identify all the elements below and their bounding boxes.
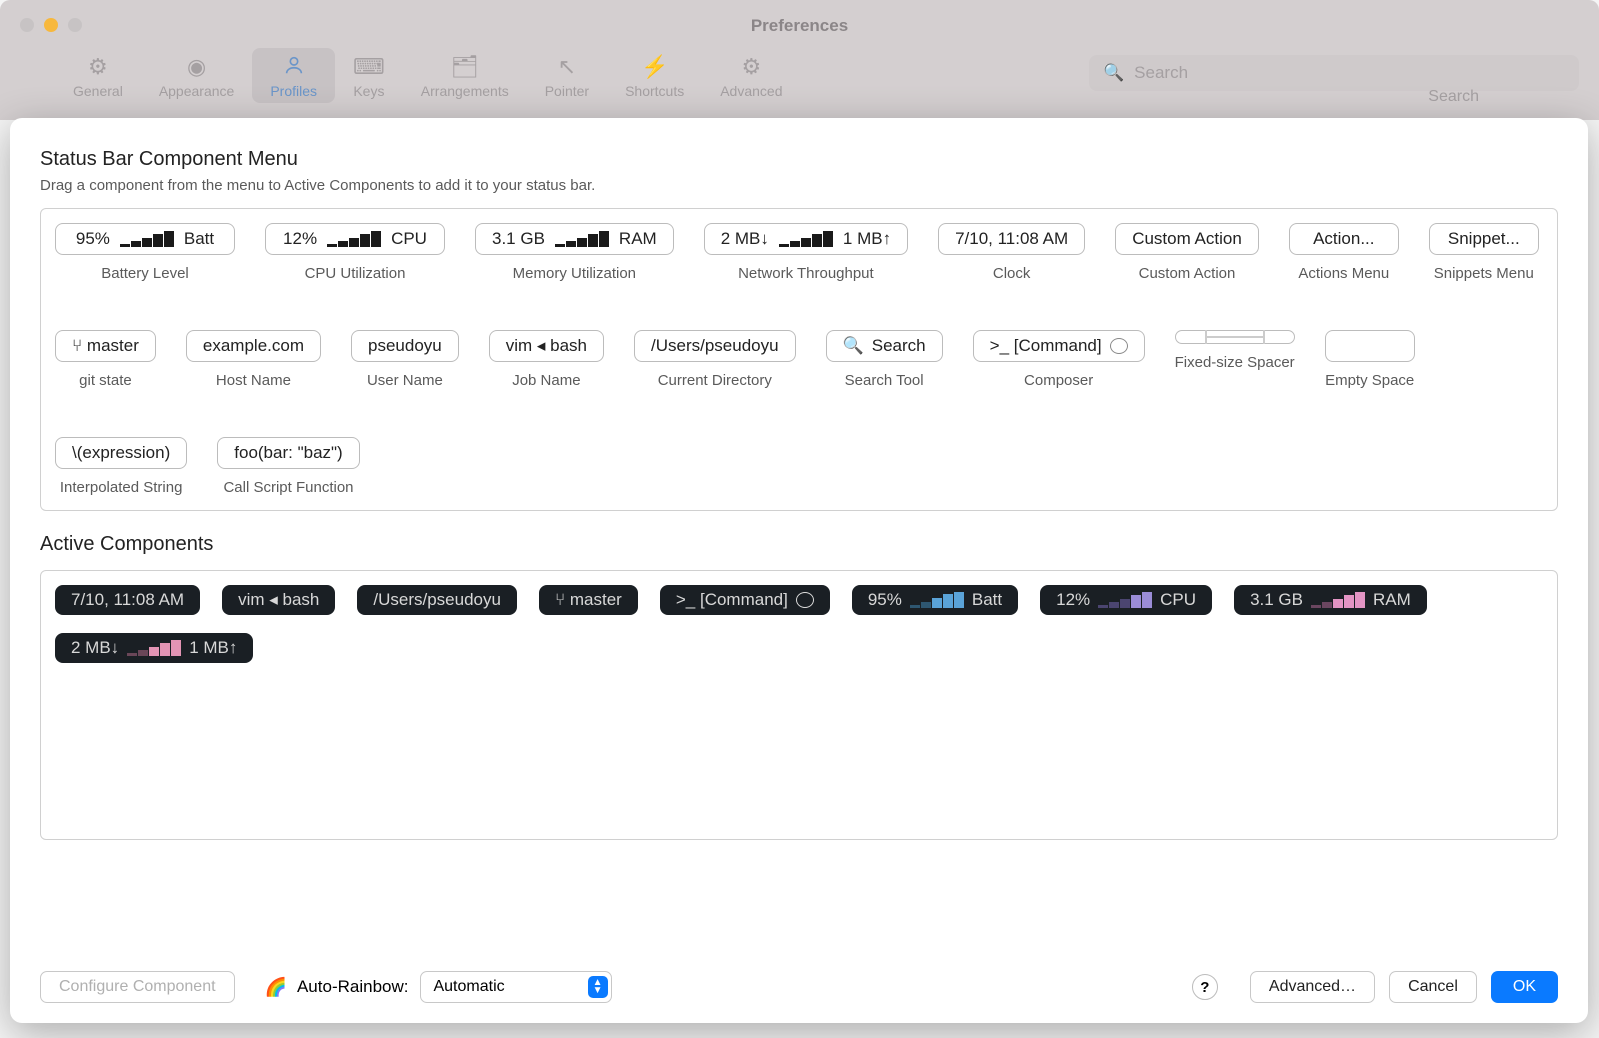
active-component-composer[interactable]: >_ [Command] <box>660 585 830 615</box>
gear-icon: ⚙ <box>88 54 108 80</box>
active-components-title: Active Components <box>40 533 1558 556</box>
auto-rainbow-select[interactable]: Automatic ▲▼ <box>420 971 611 1003</box>
component-battery-level[interactable]: 95% Batt Battery Level <box>55 223 235 282</box>
toolbar-tab-general[interactable]: ⚙ General <box>55 48 141 103</box>
toolbar-tab-advanced[interactable]: ⚙ Advanced <box>702 48 800 103</box>
help-button[interactable]: ? <box>1192 974 1218 1000</box>
component-network-throughput[interactable]: 2 MB↓ 1 MB↑ Network Throughput <box>704 223 908 282</box>
active-component-job[interactable]: vim ◂ bash <box>222 585 335 615</box>
auto-rainbow-label: Auto-Rainbow: <box>297 977 409 997</box>
histogram-icon <box>127 640 181 656</box>
component-cpu-utilization[interactable]: 12% CPU CPU Utilization <box>265 223 445 282</box>
person-icon <box>283 54 305 80</box>
active-component-clock[interactable]: 7/10, 11:08 AM <box>55 585 200 615</box>
component-clock[interactable]: 7/10, 11:08 AM Clock <box>938 223 1085 282</box>
spacer-icon <box>1205 336 1265 338</box>
component-composer[interactable]: >_ [Command] Composer <box>973 330 1145 389</box>
active-component-cwd[interactable]: /Users/pseudoyu <box>357 585 517 615</box>
histogram-icon <box>779 231 833 247</box>
pointer-icon: ↖ <box>558 54 576 80</box>
component-current-directory[interactable]: /Users/pseudoyu Current Directory <box>634 330 796 389</box>
rainbow-icon: 🌈 <box>265 977 287 998</box>
active-component-cpu[interactable]: 12% CPU <box>1040 585 1212 615</box>
component-user-name[interactable]: pseudoyu User Name <box>351 330 459 389</box>
status-bar-sheet: Status Bar Component Menu Drag a compone… <box>10 118 1588 1023</box>
histogram-icon <box>1098 592 1152 608</box>
window-title: Preferences <box>0 16 1599 36</box>
magnifier-icon: 🔍 <box>843 336 864 356</box>
toolbar-search-field[interactable]: 🔍 Search <box>1089 55 1579 91</box>
component-actions-menu[interactable]: Action... Actions Menu <box>1289 223 1399 282</box>
component-custom-action[interactable]: Custom Action Custom Action <box>1115 223 1259 282</box>
advanced-button[interactable]: Advanced… <box>1250 971 1375 1003</box>
toolbar-tab-profiles[interactable]: Profiles <box>252 48 335 103</box>
eye-icon: ◉ <box>187 54 206 80</box>
active-components-box[interactable]: 7/10, 11:08 AM vim ◂ bash /Users/pseudoy… <box>40 570 1558 840</box>
histogram-icon <box>555 231 609 247</box>
component-call-script-function[interactable]: foo(bar: "baz") Call Script Function <box>217 437 359 496</box>
preferences-toolbar: ⚙ General ◉ Appearance Profiles ⌨ Keys 🗂… <box>55 48 801 103</box>
component-host-name[interactable]: example.com Host Name <box>186 330 321 389</box>
windows-icon: 🗂 <box>451 54 479 80</box>
active-component-network[interactable]: 2 MB↓ 1 MB↑ <box>55 633 253 663</box>
active-component-git[interactable]: ⑂ master <box>539 585 638 615</box>
search-label: Search <box>1428 88 1479 106</box>
component-memory-utilization[interactable]: 3.1 GB RAM Memory Utilization <box>475 223 674 282</box>
histogram-icon <box>327 231 381 247</box>
section-title: Status Bar Component Menu <box>40 148 1558 171</box>
component-git-state[interactable]: ⑂ master git state <box>55 330 156 389</box>
component-menu-box: 95% Batt Battery Level 12% CPU CPU Utili… <box>40 208 1558 511</box>
active-component-memory[interactable]: 3.1 GB RAM <box>1234 585 1427 615</box>
search-icon: 🔍 <box>1103 63 1124 83</box>
toolbar-tab-arrangements[interactable]: 🗂 Arrangements <box>403 48 527 103</box>
histogram-icon <box>1311 592 1365 608</box>
cancel-button[interactable]: Cancel <box>1389 971 1477 1003</box>
component-fixed-size-spacer[interactable]: Fixed-size Spacer <box>1175 330 1295 371</box>
toolbar-tab-keys[interactable]: ⌨ Keys <box>335 48 403 103</box>
keyboard-icon: ⌨ <box>353 54 385 80</box>
section-subtitle: Drag a component from the menu to Active… <box>40 177 1558 194</box>
histogram-icon <box>120 231 174 247</box>
histogram-icon <box>910 592 964 608</box>
toolbar-tab-shortcuts[interactable]: ⚡ Shortcuts <box>607 48 702 103</box>
active-component-battery[interactable]: 95% Batt <box>852 585 1018 615</box>
chevron-up-down-icon: ▲▼ <box>588 976 608 998</box>
speech-bubble-icon <box>1110 338 1128 354</box>
gears-icon: ⚙ <box>741 54 761 80</box>
ok-button[interactable]: OK <box>1491 971 1558 1003</box>
configure-component-button[interactable]: Configure Component <box>40 971 235 1003</box>
component-empty-space[interactable]: Empty Space <box>1325 330 1415 389</box>
component-snippets-menu[interactable]: Snippet... Snippets Menu <box>1429 223 1539 282</box>
preferences-window-background: Preferences ⚙ General ◉ Appearance Profi… <box>0 0 1599 120</box>
component-search-tool[interactable]: 🔍Search Search Tool <box>826 330 943 389</box>
component-job-name[interactable]: vim ◂ bash Job Name <box>489 330 604 389</box>
bolt-icon: ⚡ <box>641 54 668 80</box>
sheet-footer: Configure Component 🌈 Auto-Rainbow: Auto… <box>40 971 1558 1003</box>
toolbar-tab-appearance[interactable]: ◉ Appearance <box>141 48 253 103</box>
component-interpolated-string[interactable]: \(expression) Interpolated String <box>55 437 187 496</box>
speech-bubble-icon <box>796 592 814 608</box>
toolbar-tab-pointer[interactable]: ↖ Pointer <box>527 48 607 103</box>
search-placeholder: Search <box>1134 63 1188 83</box>
